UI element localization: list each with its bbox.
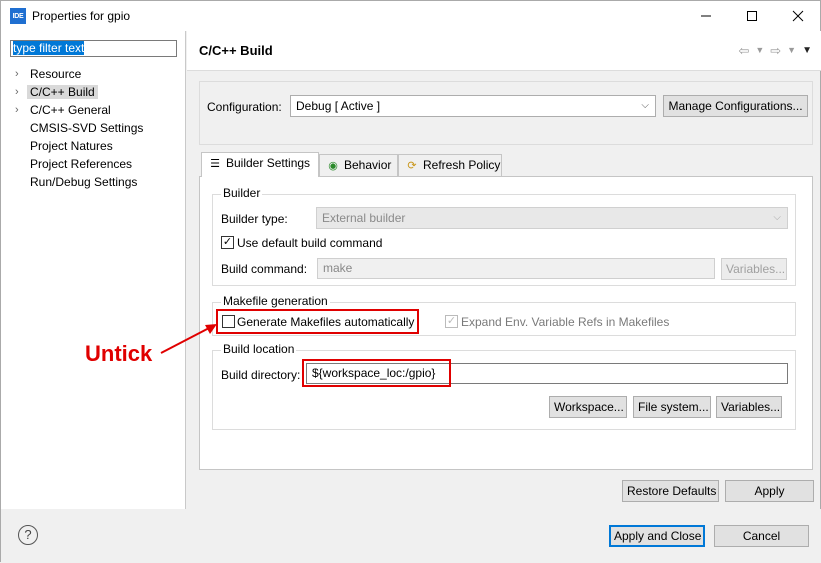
tab-label: Builder Settings (226, 156, 311, 170)
restore-defaults-button[interactable]: Restore Defaults (622, 480, 719, 502)
properties-dialog: IDE Properties for gpio type filter text… (0, 0, 821, 563)
list-icon: ☰ (210, 158, 220, 170)
apply-and-close-button[interactable]: Apply and Close (609, 525, 705, 547)
apply-button[interactable]: Apply (725, 480, 814, 502)
annotation-arrow-icon (160, 324, 217, 354)
cancel-button[interactable]: Cancel (714, 525, 809, 547)
help-icon[interactable]: ? (18, 525, 38, 545)
tab-builder-settings[interactable]: ☰ Builder Settings (201, 152, 319, 177)
